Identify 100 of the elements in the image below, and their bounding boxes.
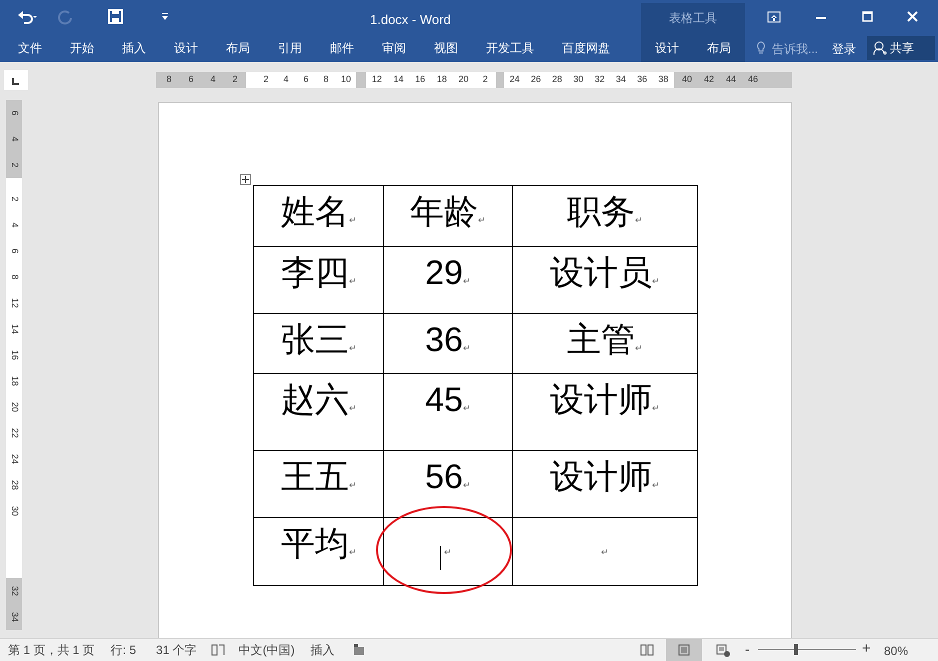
ruler-number: 40	[680, 73, 693, 86]
text-cursor	[440, 546, 441, 570]
ruler-number: 34	[614, 73, 627, 86]
paragraph-mark: ↵	[462, 342, 471, 355]
ruler-number: 18	[436, 73, 448, 86]
save-icon[interactable]	[108, 9, 123, 24]
paragraph-mark: ↵	[601, 546, 609, 559]
ruler-number: 30	[572, 73, 584, 86]
ruler-number: 4	[8, 135, 21, 144]
cell-text: 主管	[567, 320, 635, 360]
paragraph-mark: ↵	[652, 275, 660, 288]
web-layout-icon[interactable]	[716, 644, 730, 657]
paragraph-mark: ↵	[652, 479, 660, 492]
paragraph-mark: ↵	[635, 342, 643, 355]
ribbon-tab[interactable]: 审阅	[382, 38, 406, 56]
ribbon-tab[interactable]: 开始	[70, 38, 94, 56]
sign-in-link[interactable]: 登录	[832, 40, 856, 58]
ribbon-tab[interactable]: 开发工具	[486, 38, 534, 56]
paragraph-mark: ↵	[349, 402, 357, 415]
ribbon-tab[interactable]: 邮件	[330, 38, 354, 56]
ruler-number: 8	[322, 73, 330, 86]
cell-text: 年龄	[410, 192, 478, 232]
paragraph-mark: ↵	[349, 342, 357, 355]
ruler-number: 28	[8, 480, 21, 490]
paragraph-mark: ↵	[635, 214, 643, 227]
cell-text: 王五	[281, 457, 349, 497]
print-layout-icon	[678, 644, 690, 656]
ruler-number: 30	[8, 506, 21, 516]
cell-text: 36	[425, 320, 463, 360]
ruler-number: 36	[636, 73, 648, 86]
ruler-number: 6	[8, 109, 21, 118]
ruler-number: 32	[8, 584, 21, 598]
ruler-number: 4	[8, 222, 21, 230]
ruler-number: 22	[8, 428, 21, 438]
tab-selector-button[interactable]	[4, 70, 28, 90]
paragraph-mark: ↵	[652, 402, 660, 415]
ribbon-tab[interactable]: 百度网盘	[562, 38, 610, 56]
ruler-number: 44	[724, 73, 737, 86]
zoom-slider-thumb[interactable]	[794, 644, 798, 655]
close-icon[interactable]	[907, 11, 918, 22]
zoom-slider[interactable]	[756, 644, 858, 655]
ruler-number: 4	[209, 73, 216, 86]
ruler-number: 2	[8, 161, 21, 170]
ribbon-tab[interactable]: 引用	[278, 38, 302, 56]
ruler-number: 2	[231, 73, 238, 86]
dropdown-icon[interactable]	[161, 12, 169, 20]
zoom-out-button[interactable]: -	[745, 641, 750, 657]
insert-mode[interactable]: 插入	[310, 641, 335, 659]
cell-text: 职务	[567, 192, 635, 232]
paragraph-mark: ↵	[462, 275, 471, 288]
cell-text: 设计员	[550, 253, 652, 293]
language-status[interactable]: 中文(中国)	[238, 641, 295, 659]
context-group-label: 表格工具	[669, 10, 717, 27]
ruler-number: 12	[8, 298, 21, 308]
cell-text: 李四	[281, 253, 349, 293]
ribbon-tab[interactable]: 设计	[655, 38, 679, 56]
lightbulb-icon	[756, 41, 766, 55]
ribbon-tab[interactable]: 布局	[226, 38, 250, 56]
person-icon	[873, 40, 887, 56]
ribbon-tab[interactable]: 插入	[122, 38, 146, 56]
ruler-number: 12	[370, 73, 383, 86]
tell-me-field[interactable]: 告诉我...	[772, 40, 818, 58]
ribbon-tab[interactable]: 视图	[434, 38, 458, 56]
proofing-icon[interactable]	[210, 644, 225, 656]
macro-icon[interactable]	[352, 644, 365, 656]
undo-icon[interactable]	[16, 8, 38, 24]
paragraph-mark: ↵	[349, 479, 357, 492]
read-mode-icon[interactable]	[640, 644, 654, 656]
ruler-number: 16	[414, 73, 426, 86]
paragraph-mark: ↵	[478, 214, 486, 227]
cell-text: 张三	[281, 320, 349, 360]
ruler-number: 14	[8, 324, 21, 334]
zoom-level[interactable]: 80%	[884, 642, 908, 660]
cell-text: 姓名	[281, 192, 349, 232]
ruler-number: 38	[657, 73, 670, 86]
print-layout-button[interactable]	[666, 639, 702, 661]
ruler-number: 2	[8, 196, 21, 204]
ruler-number: 28	[551, 73, 564, 86]
ruler-number: 34	[8, 610, 21, 624]
ruler-number: 10	[340, 73, 352, 86]
ruler-number: 46	[746, 73, 759, 86]
ribbon-tab[interactable]: 设计	[174, 38, 198, 56]
ruler-number: 14	[392, 73, 405, 86]
ruler-number: 6	[187, 73, 194, 86]
paragraph-mark: ↵	[349, 275, 357, 288]
ribbon-tab[interactable]: 文件	[18, 38, 42, 56]
cell-text: 赵六	[281, 380, 349, 420]
share-button[interactable]: 共享	[867, 36, 935, 60]
cell-text: 平均	[281, 524, 349, 564]
zoom-in-button[interactable]: +	[862, 641, 871, 657]
maximize-icon[interactable]	[862, 11, 873, 22]
paragraph-mark: ↵	[349, 546, 357, 559]
ribbon-display-icon[interactable]	[767, 11, 781, 23]
ribbon-tab[interactable]: 布局	[707, 38, 731, 56]
ruler-number: 8	[8, 274, 21, 282]
window-title: 1.docx - Word	[370, 11, 451, 29]
ruler-number: 32	[594, 73, 606, 86]
ruler-number: 20	[8, 402, 21, 412]
ruler-number: 2	[262, 73, 270, 86]
table-move-handle[interactable]	[240, 174, 251, 185]
